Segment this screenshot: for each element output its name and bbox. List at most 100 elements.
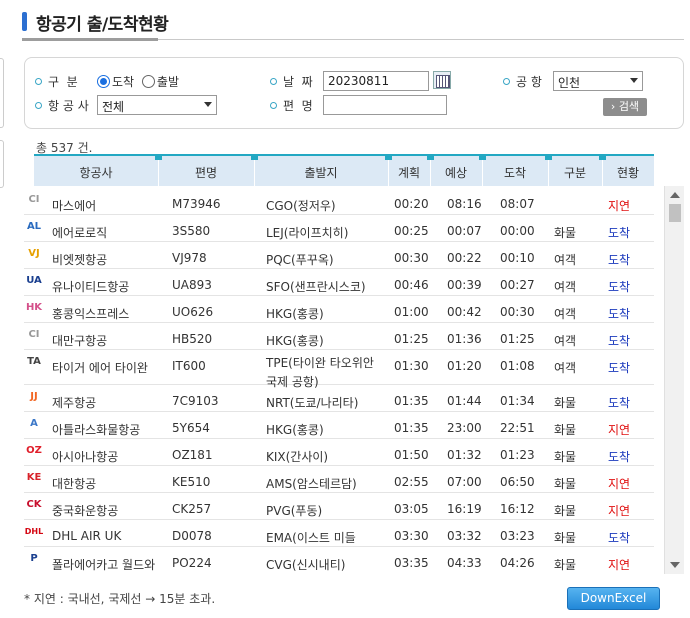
planned-time: 01:35: [394, 421, 429, 435]
origin: HKG(홍콩): [266, 307, 324, 321]
flight-status: 지연: [608, 199, 631, 213]
table-row: OZ 아시아나항공 OZ181 KIX(간사이) 01:50 01:32 01:23 화물 도착: [24, 439, 654, 466]
airline-logo-icon: KE: [26, 472, 42, 483]
side-panel-edge: [0, 58, 4, 128]
flight-label-wrap: 편 명: [270, 97, 313, 114]
origin: CGO(정저우): [266, 199, 336, 213]
origin: TPE(타이완 타오위안: [266, 356, 374, 370]
table-row: UA 유나이티드항공 UA893 SFO(샌프란시스코) 00:46 00:39 00:27…: [24, 269, 654, 296]
flight-status: 도착: [608, 531, 631, 545]
date-input[interactable]: 20230811: [323, 71, 429, 91]
scroll-thumb[interactable]: [669, 204, 681, 222]
calendar-icon[interactable]: [433, 71, 451, 89]
flight-input[interactable]: [323, 95, 447, 115]
airline-name: 유나이티드항공: [52, 280, 130, 294]
expected-time: 01:20: [447, 359, 482, 373]
type-label-wrap: 구 분: [35, 73, 78, 90]
bullet-icon: [35, 102, 42, 109]
expected-time: 00:39: [447, 278, 482, 292]
table-row: CI 대만구항공 HB520 HKG(홍콩) 01:25 01:36 01:25 여객 도착: [24, 323, 654, 350]
departure-radio-label[interactable]: 출발: [157, 75, 179, 89]
scroll-up-icon[interactable]: [670, 192, 680, 198]
origin: PQC(푸꾸옥): [266, 253, 334, 267]
expected-time: 16:19: [447, 502, 482, 516]
arrival-time: 01:25: [500, 332, 535, 346]
table-row: HK 홍콩익스프레스 UO626 HKG(홍콩) 01:00 00:42 00:30 여객 도착: [24, 296, 654, 323]
airline-logo-icon: JJ: [30, 391, 38, 402]
origin: SFO(샌프란시스코): [266, 280, 366, 294]
planned-time: 01:25: [394, 332, 429, 346]
bullet-icon: [270, 78, 277, 85]
airline-name: 대한항공: [52, 477, 97, 491]
col-header-type: 구분: [563, 166, 587, 180]
planned-time: 00:20: [394, 197, 429, 211]
flight-number: M73946: [172, 197, 221, 211]
expected-time: 23:00: [447, 421, 482, 435]
airline-name: 홍콩익스프레스: [52, 307, 130, 321]
departure-radio[interactable]: [141, 75, 155, 88]
arrival-time: 16:12: [500, 502, 535, 516]
airline-name: 제주항공: [52, 396, 97, 410]
download-excel-button[interactable]: DownExcel: [567, 587, 660, 610]
planned-time: 01:35: [394, 394, 429, 408]
flight-status: 지연: [608, 558, 631, 572]
flight-type: 여객: [554, 361, 577, 375]
flight-status: 지연: [608, 423, 631, 437]
flight-type: 화물: [554, 504, 577, 518]
airline-label: 항 공 사: [48, 99, 89, 113]
airport-select-value: 인천: [558, 76, 581, 90]
arrival-time: 06:50: [500, 475, 535, 489]
arrival-radio-label[interactable]: 도착: [112, 75, 134, 89]
airline-name: 대만구항공: [52, 334, 108, 348]
origin: AMS(암스테르담): [266, 477, 357, 491]
airline-select[interactable]: 전체: [97, 95, 217, 115]
title-accent-bar: [22, 12, 27, 31]
table-row: A 아틀라스화물항공 5Y654 HKG(홍콩) 01:35 23:00 22:51 화물 지연: [24, 412, 654, 439]
planned-time: 01:50: [394, 448, 429, 462]
vertical-scrollbar[interactable]: [664, 186, 684, 574]
expected-time: 00:22: [447, 251, 482, 265]
flight-number: 3S580: [172, 224, 211, 238]
date-label-wrap: 날 짜: [270, 73, 313, 90]
airport-label-wrap: 공 항: [503, 73, 542, 90]
planned-time: 03:30: [394, 529, 429, 543]
airline-logo-icon: UA: [26, 275, 42, 286]
origin: KIX(간사이): [266, 450, 329, 464]
airline-name: 비엣젯항공: [52, 253, 108, 267]
expected-time: 04:33: [447, 556, 482, 570]
airline-name: 에어로로직: [52, 226, 108, 240]
flight-type: 화물: [554, 423, 577, 437]
type-radio-group: 도착 출발: [97, 73, 179, 90]
bullet-icon: [270, 102, 277, 109]
flight-type: 화물: [554, 558, 577, 572]
flight-number: D0078: [172, 529, 212, 543]
flight-number: OZ181: [172, 448, 213, 462]
table-row: TA 타이거 에어 타이완 IT600 TPE(타이완 타오위안 01:30 01:20 0…: [24, 350, 654, 389]
search-button[interactable]: › 검색: [603, 98, 647, 116]
table-header: 항공사 편명 출발지 계획 예상 도착 구분 현황: [34, 154, 654, 186]
flight-type: 화물: [554, 450, 577, 464]
table-row: KE 대한항공 KE510 AMS(암스테르담) 02:55 07:00 06:50 화물 지연: [24, 466, 654, 493]
table-row: P 폴라에어카고 월드와 PO224 CVG(신시내티) 03:35 04:33 04:26…: [24, 547, 654, 572]
arrival-time: 00:00: [500, 224, 535, 238]
arrival-time: 00:30: [500, 305, 535, 319]
flight-type: 화물: [554, 477, 577, 491]
airline-name: 마스에어: [52, 199, 97, 213]
expected-time: 08:16: [447, 197, 482, 211]
table-row: AL 에어로로직 3S580 LEJ(라이프치히) 00:25 00:07 00:00 화물 도…: [24, 215, 654, 242]
table-row: CK 중국화운항공 CK257 PVG(푸동) 03:05 16:19 16:12 화물 지연: [24, 493, 654, 520]
planned-time: 00:30: [394, 251, 429, 265]
arrival-radio[interactable]: [97, 75, 110, 88]
col-header-origin: 출발지: [304, 166, 338, 180]
flight-type: 여객: [554, 253, 577, 267]
flight-status: 도착: [608, 361, 631, 375]
airport-select[interactable]: 인천: [553, 71, 643, 91]
flight-number: KE510: [172, 475, 211, 489]
table-row: CI 마스에어 M73946 CGO(정저우) 00:20 08:16 08:07 지연: [24, 188, 654, 215]
flight-type: 화물: [554, 396, 577, 410]
scroll-down-icon[interactable]: [670, 562, 680, 568]
airline-logo-icon: CI: [28, 329, 40, 340]
origin: EMA(이스트 미들: [266, 531, 356, 545]
flight-number: 7C9103: [172, 394, 219, 408]
expected-time: 01:36: [447, 332, 482, 346]
